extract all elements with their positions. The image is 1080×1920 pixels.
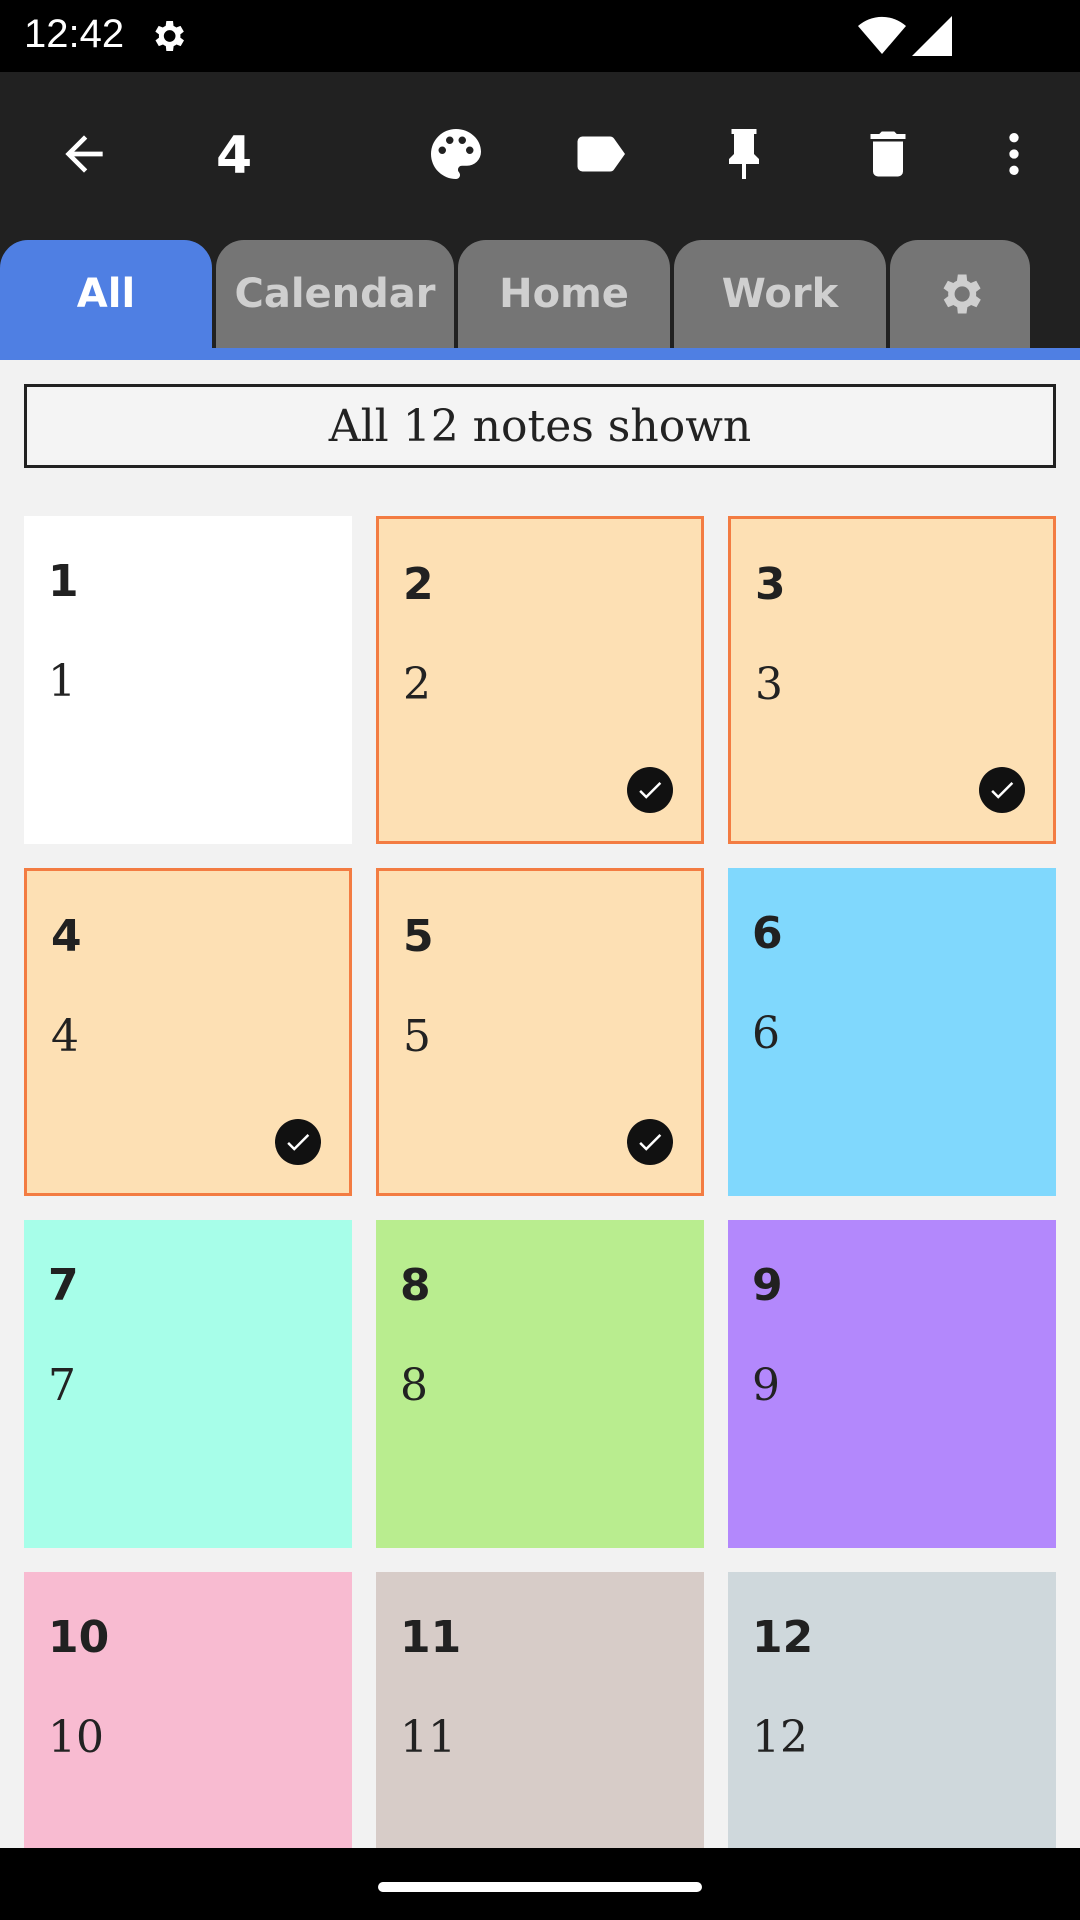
pin-icon <box>729 129 759 179</box>
note-body: 7 <box>48 1360 76 1411</box>
tab-label: Calendar <box>234 271 436 317</box>
note-title: 3 <box>755 559 786 610</box>
back-button[interactable] <box>48 118 120 190</box>
note-body: 8 <box>400 1360 428 1411</box>
status-bar: 12:42 <box>0 0 1080 72</box>
tab-work[interactable]: Work <box>674 240 886 348</box>
settings-gear-icon <box>155 21 184 51</box>
note-card[interactable]: 33 <box>728 516 1056 844</box>
note-title: 8 <box>400 1260 431 1311</box>
home-gesture-bar[interactable] <box>378 1882 702 1892</box>
banner-text: All 12 notes shown <box>328 400 752 452</box>
note-card[interactable]: 55 <box>376 868 704 1196</box>
note-body: 4 <box>51 1011 79 1062</box>
note-body: 5 <box>403 1011 431 1062</box>
notes-count-banner[interactable]: All 12 notes shown <box>24 384 1056 468</box>
note-title: 10 <box>48 1612 110 1663</box>
tab-label: Work <box>721 271 839 317</box>
note-card[interactable]: 77 <box>24 1220 352 1548</box>
note-body: 9 <box>752 1360 780 1411</box>
note-card[interactable]: 66 <box>728 868 1056 1196</box>
tab-settings[interactable] <box>890 240 1030 348</box>
overflow-menu-button[interactable] <box>978 118 1050 190</box>
note-body: 11 <box>400 1712 456 1763</box>
note-body: 3 <box>755 659 783 710</box>
color-button[interactable] <box>420 118 492 190</box>
note-title: 7 <box>48 1260 79 1311</box>
selected-count: 4 <box>216 126 253 186</box>
tab-all[interactable]: All <box>0 240 212 348</box>
selected-check-icon <box>627 767 673 813</box>
note-title: 5 <box>403 911 434 962</box>
more-vertical-icon <box>1009 133 1019 175</box>
trash-icon <box>870 131 906 177</box>
gear-icon <box>943 274 981 314</box>
tab-calendar[interactable]: Calendar <box>216 240 454 348</box>
note-card[interactable]: 88 <box>376 1220 704 1548</box>
tab-label: All <box>76 271 136 317</box>
tab-label: Home <box>499 271 629 317</box>
delete-button[interactable] <box>852 118 924 190</box>
back-arrow-icon <box>65 135 103 173</box>
note-body: 6 <box>752 1008 780 1059</box>
status-time: 12:42 <box>24 12 125 56</box>
note-title: 9 <box>752 1260 783 1311</box>
note-title: 11 <box>400 1612 462 1663</box>
note-body: 12 <box>752 1712 808 1763</box>
palette-icon <box>431 129 481 179</box>
cell-signal-icon <box>912 16 952 56</box>
tab-indicator <box>0 348 1080 360</box>
label-button[interactable] <box>564 118 636 190</box>
note-card[interactable]: 99 <box>728 1220 1056 1548</box>
label-tag-icon <box>577 136 625 172</box>
note-card[interactable]: 11 <box>24 516 352 844</box>
note-body: 10 <box>48 1712 104 1763</box>
note-title: 12 <box>752 1612 814 1663</box>
note-title: 1 <box>48 556 79 607</box>
selected-check-icon <box>627 1119 673 1165</box>
tab-bar: All Calendar Home Work <box>0 240 1080 360</box>
note-card[interactable]: 22 <box>376 516 704 844</box>
note-body: 2 <box>403 659 431 710</box>
note-title: 2 <box>403 559 434 610</box>
note-title: 4 <box>51 911 82 962</box>
note-body: 1 <box>48 656 76 707</box>
tab-home[interactable]: Home <box>458 240 670 348</box>
note-card[interactable]: 44 <box>24 868 352 1196</box>
pin-button[interactable] <box>708 118 780 190</box>
selected-check-icon <box>979 767 1025 813</box>
note-title: 6 <box>752 908 783 959</box>
wifi-icon <box>858 16 906 54</box>
selected-check-icon <box>275 1119 321 1165</box>
